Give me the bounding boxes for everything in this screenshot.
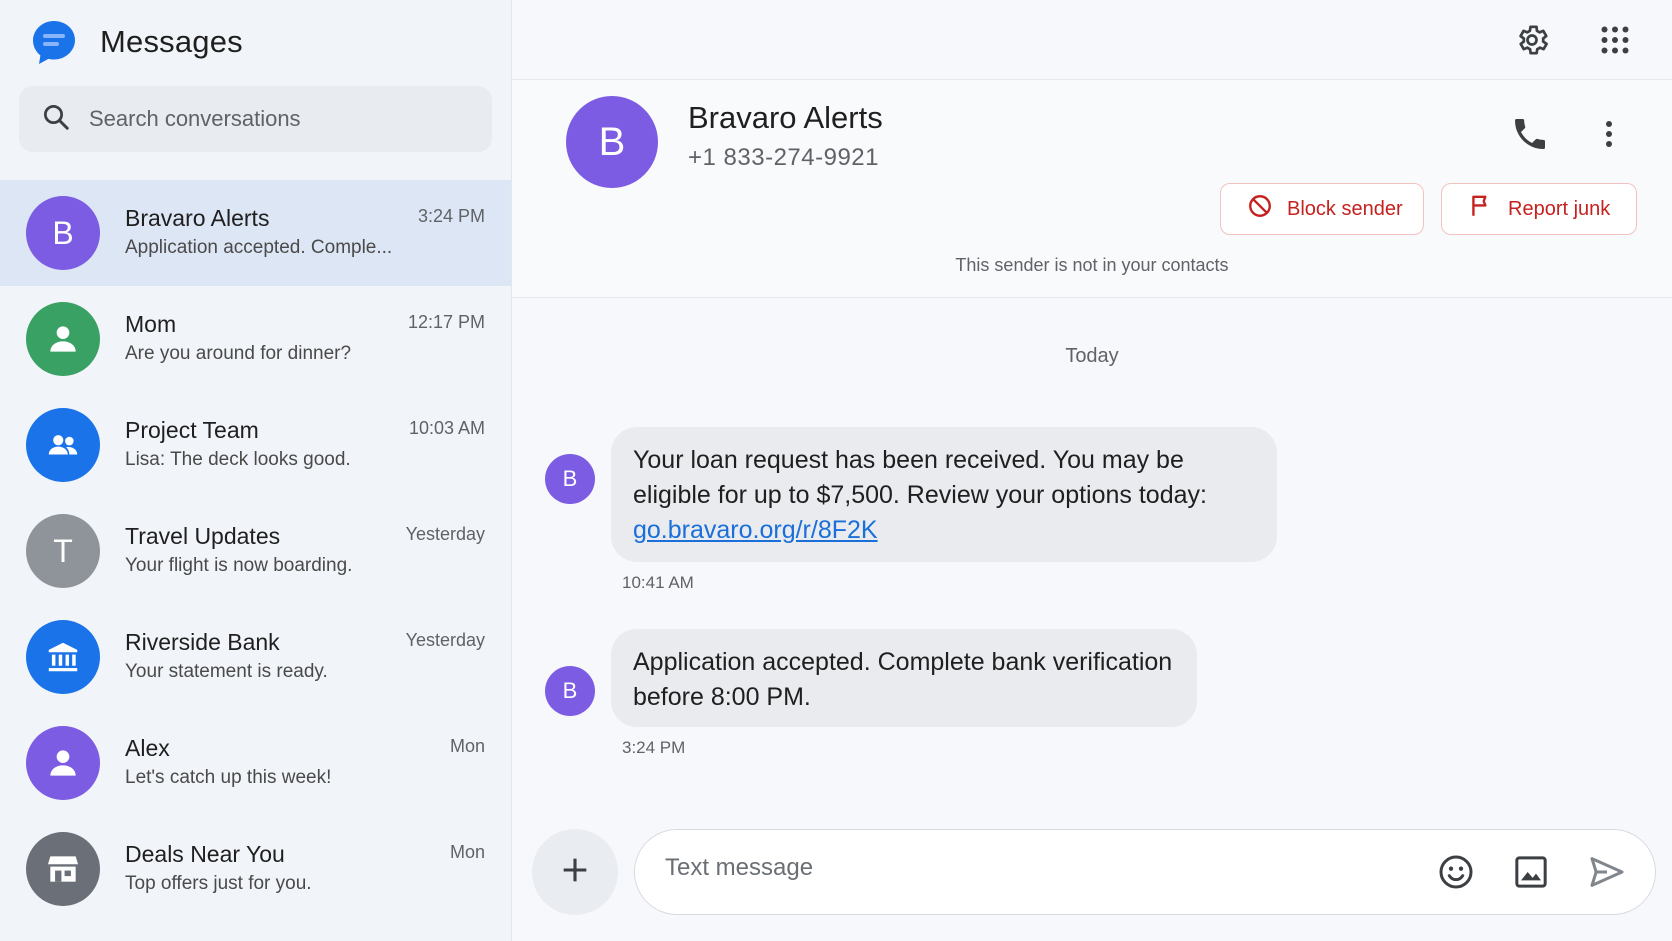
- app-header: Messages: [30, 18, 243, 66]
- emoji-icon[interactable]: [1436, 852, 1476, 892]
- conversation-snippet: Application accepted. Comple...: [125, 237, 393, 258]
- conversation-item-bravaro-alerts[interactable]: B Bravaro Alerts Application accepted. C…: [0, 180, 511, 286]
- conversation-snippet: Your statement is ready.: [125, 661, 328, 682]
- conversation-time: Yesterday: [405, 524, 485, 544]
- conversation-snippet: Top offers just for you.: [125, 873, 312, 894]
- image-icon[interactable]: [1511, 852, 1551, 892]
- contact-number: +1 833-274-9921: [688, 144, 879, 171]
- conversation-snippet: Are you around for dinner?: [125, 343, 352, 364]
- gear-icon[interactable]: [1512, 20, 1552, 60]
- message-text: Your loan request has been received. You…: [633, 446, 1207, 509]
- top-bar: [512, 0, 1672, 80]
- message-input[interactable]: [665, 854, 1425, 882]
- search-icon: [41, 102, 71, 137]
- add-attachment-button[interactable]: [532, 829, 618, 915]
- message-link[interactable]: go.bravaro.org/r/8F2K: [633, 516, 878, 544]
- message-time: 10:41 AM: [622, 573, 694, 592]
- block-sender-button[interactable]: Block sender: [1220, 183, 1424, 235]
- phone-icon[interactable]: [1510, 114, 1550, 154]
- conversation-item-deals-near-you[interactable]: Deals Near You Top offers just for you. …: [0, 816, 511, 922]
- report-junk-button[interactable]: Report junk: [1441, 183, 1637, 235]
- plus-icon: [558, 853, 592, 892]
- person-icon: [26, 302, 100, 376]
- not-in-contacts-notice: This sender is not in your contacts: [955, 255, 1229, 275]
- contact-header: B Bravaro Alerts +1 833-274-9921 Block s…: [512, 80, 1672, 298]
- conversation-time: Yesterday: [405, 630, 485, 650]
- conversation-time: 3:24 PM: [417, 206, 485, 226]
- person-icon: [26, 726, 100, 800]
- contact-name: Bravaro Alerts: [688, 100, 883, 135]
- conversation-snippet: Let's catch up this week!: [125, 767, 332, 788]
- conversation-snippet: Lisa: The deck looks good.: [125, 449, 351, 470]
- conversation-sidebar: Messages B Bravaro Alerts Application ac…: [0, 0, 512, 941]
- message-bubble: Your loan request has been received. You…: [611, 427, 1277, 562]
- send-icon[interactable]: [1587, 852, 1627, 892]
- apps-grid-icon[interactable]: [1595, 20, 1635, 60]
- conversation-item-mom[interactable]: Mom Are you around for dinner? 12:17 PM: [0, 286, 511, 392]
- avatar: B: [26, 196, 100, 270]
- search-input[interactable]: [89, 106, 469, 132]
- group-icon: [26, 408, 100, 482]
- app-title: Messages: [100, 24, 243, 59]
- message-text: Application accepted. Complete bank veri…: [633, 648, 1173, 711]
- flag-icon: [1468, 193, 1508, 225]
- bank-icon: [26, 620, 100, 694]
- message-avatar: B: [545, 454, 595, 504]
- block-icon: [1247, 193, 1287, 225]
- more-vert-icon[interactable]: [1594, 114, 1624, 154]
- search-bar[interactable]: [19, 86, 492, 152]
- conversation-time: 10:03 AM: [408, 418, 485, 438]
- conversation-time: Mon: [449, 842, 485, 862]
- report-junk-label: Report junk: [1508, 197, 1611, 220]
- message-time: 3:24 PM: [622, 738, 686, 757]
- conversation-snippet: Your flight is now boarding.: [125, 555, 353, 576]
- messages-logo-icon: [30, 18, 78, 66]
- conversation-item-travel-updates[interactable]: T Travel Updates Your flight is now boar…: [0, 498, 511, 604]
- block-sender-label: Block sender: [1287, 197, 1403, 220]
- date-divider: Today: [1065, 345, 1119, 367]
- conversation-item-riverside-bank[interactable]: Riverside Bank Your statement is ready. …: [0, 604, 511, 710]
- contact-avatar: B: [566, 96, 658, 188]
- avatar: T: [26, 514, 100, 588]
- conversation-time: Mon: [449, 736, 485, 756]
- message-composer: [634, 829, 1656, 915]
- message-bubble: Application accepted. Complete bank veri…: [611, 629, 1197, 727]
- store-icon: [26, 832, 100, 906]
- conversation-item-project-team[interactable]: Project Team Lisa: The deck looks good. …: [0, 392, 511, 498]
- conversation-list: B Bravaro Alerts Application accepted. C…: [0, 180, 511, 922]
- message-avatar: B: [545, 666, 595, 716]
- conversation-name: Deals Near You: [125, 841, 285, 867]
- conversation-time: 12:17 PM: [407, 312, 485, 332]
- conversation-name: Alex: [125, 735, 170, 761]
- conversation-item-alex[interactable]: Alex Let's catch up this week! Mon: [0, 710, 511, 816]
